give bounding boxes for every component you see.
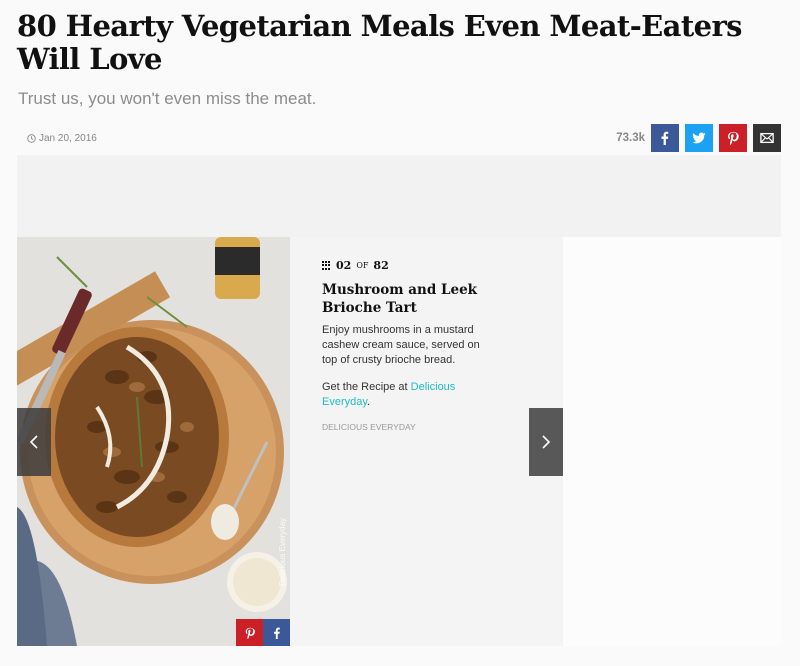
article-subtitle: Trust us, you won't even miss the meat. bbox=[18, 89, 317, 108]
email-share-button[interactable] bbox=[753, 124, 781, 152]
slide-photo: Delicious Everyday bbox=[17, 237, 290, 646]
photo-facebook-button[interactable] bbox=[263, 619, 290, 646]
recipe-link-text: Get the Recipe at Delicious Everyday. bbox=[322, 380, 492, 410]
slideshow-slide: Delicious Everyday 02 OF 82 Mushroom and… bbox=[17, 237, 563, 646]
email-icon bbox=[760, 132, 774, 144]
tart-photo-image bbox=[17, 237, 290, 646]
recipe-link-prefix: Get the Recipe at bbox=[322, 381, 411, 393]
grid-icon[interactable] bbox=[322, 260, 332, 271]
twitter-icon bbox=[692, 132, 706, 144]
previous-slide-button[interactable] bbox=[17, 408, 51, 476]
photo-credit: Delicious Everyday bbox=[278, 517, 287, 586]
pinterest-share-button[interactable] bbox=[719, 124, 747, 152]
sidebar-panel bbox=[563, 237, 781, 646]
slide-description: Enjoy mushrooms in a mustard cashew crea… bbox=[322, 324, 480, 366]
facebook-icon bbox=[661, 131, 669, 145]
photo-pinterest-button[interactable] bbox=[236, 619, 263, 646]
slide-current: 02 bbox=[336, 259, 352, 272]
slide-of-label: OF bbox=[356, 261, 369, 270]
twitter-share-button[interactable] bbox=[685, 124, 713, 152]
slide-source: DELICIOUS EVERYDAY bbox=[322, 422, 416, 432]
slide-counter[interactable]: 02 OF 82 bbox=[322, 259, 492, 272]
next-slide-button[interactable] bbox=[529, 408, 563, 476]
date-text: Jan 20, 2016 bbox=[39, 133, 97, 144]
slide-title: Mushroom and Leek Brioche Tart bbox=[322, 282, 478, 316]
article-title: 80 Hearty Vegetarian Meals Even Meat-Eat… bbox=[17, 9, 742, 76]
chevron-left-icon bbox=[29, 435, 38, 449]
facebook-icon bbox=[273, 627, 280, 639]
article-meta: Jan 20, 2016 73.3k bbox=[17, 124, 781, 152]
facebook-share-button[interactable] bbox=[651, 124, 679, 152]
share-count: 73.3k bbox=[616, 132, 645, 144]
pinterest-icon bbox=[245, 627, 255, 639]
slide-total: 82 bbox=[373, 259, 389, 272]
slide-caption: 02 OF 82 Mushroom and Leek Brioche Tart … bbox=[322, 259, 492, 432]
clock-icon bbox=[27, 134, 36, 143]
publish-date: Jan 20, 2016 bbox=[27, 133, 97, 144]
ad-placeholder bbox=[17, 155, 781, 237]
chevron-right-icon bbox=[542, 435, 551, 449]
recipe-link-suffix: . bbox=[367, 396, 371, 408]
pinterest-icon bbox=[728, 131, 739, 145]
